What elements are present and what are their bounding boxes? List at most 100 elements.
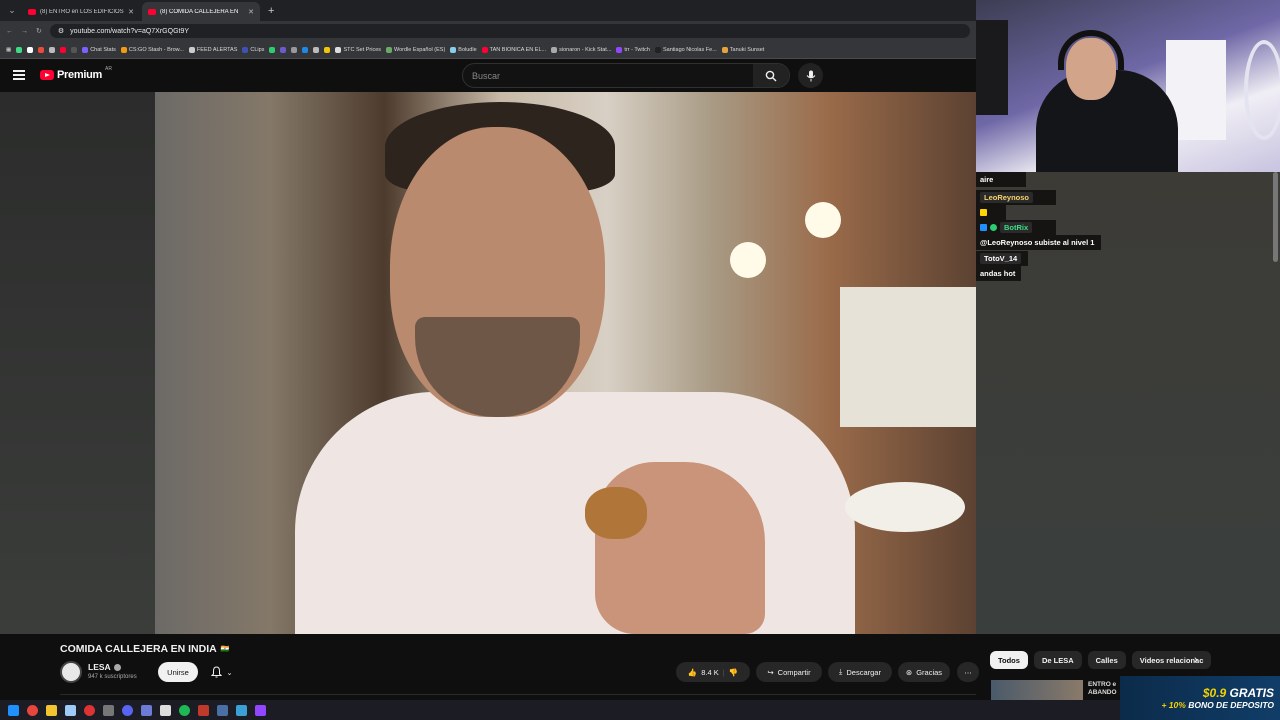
browser-tab[interactable]: (8) ENTRO en LOS EDIFICIOS A ✕ bbox=[22, 2, 140, 21]
chip-calles[interactable]: Calles bbox=[1087, 651, 1126, 669]
chat-text: aire bbox=[980, 175, 994, 184]
bookmark-chat-stats[interactable]: Chat Stats bbox=[82, 46, 116, 53]
like-count: 8.4 K bbox=[701, 667, 719, 677]
file-explorer-icon[interactable] bbox=[46, 704, 57, 716]
app-icon[interactable] bbox=[198, 704, 209, 716]
promo-line-1: $0.9 GRATIS bbox=[1202, 686, 1274, 700]
back-icon[interactable]: ← bbox=[6, 28, 13, 35]
bookmark-twitch[interactable]: trr - Twitch bbox=[616, 46, 650, 53]
bookmark-tan-bionica[interactable]: TAN BIONICA EN EL... bbox=[481, 46, 546, 53]
notifications-button[interactable]: ⌄ bbox=[203, 662, 241, 682]
app-icon[interactable] bbox=[103, 704, 114, 716]
steam-icon[interactable] bbox=[65, 704, 76, 716]
join-button[interactable]: Unirse bbox=[158, 662, 198, 682]
chat-username: TotoV_14 bbox=[980, 253, 1022, 264]
video-player[interactable] bbox=[155, 92, 976, 634]
bot-badge-icon bbox=[980, 224, 987, 231]
bookmark-icon[interactable] bbox=[60, 46, 67, 53]
youtube-favicon-icon bbox=[28, 8, 36, 15]
app-icon[interactable] bbox=[236, 704, 247, 716]
tab-title: (8) COMIDA CALLEJERA EN bbox=[160, 8, 239, 15]
bookmark-icon[interactable] bbox=[324, 46, 331, 53]
chrome-icon[interactable] bbox=[27, 704, 38, 716]
bookmark-icon[interactable] bbox=[16, 46, 23, 53]
thumbs-up-icon: 👍 bbox=[687, 667, 698, 677]
bookmark-icon[interactable] bbox=[280, 46, 287, 53]
bookmark-icon[interactable] bbox=[302, 46, 309, 53]
video-frame-detail bbox=[840, 287, 976, 427]
forward-icon[interactable]: → bbox=[21, 28, 28, 35]
url-field[interactable]: ⚙ youtube.com/watch?v=aQ7XrGQGt9Y bbox=[49, 24, 970, 38]
close-tab-icon[interactable]: ✕ bbox=[128, 8, 134, 16]
bookmark-kick-stats[interactable]: sionaron - Kick Stat... bbox=[551, 46, 611, 53]
twitch-icon[interactable] bbox=[255, 704, 266, 716]
site-info-icon[interactable]: ⚙ bbox=[58, 27, 64, 35]
bookmark-feed-alertas[interactable]: FEED ALERTAS bbox=[188, 46, 237, 53]
promo-line-2: + 10% BONO DE DEPOSITO bbox=[1161, 700, 1274, 710]
bookmark-icon[interactable] bbox=[49, 46, 56, 53]
app-icon[interactable] bbox=[217, 704, 228, 716]
country-code: AR bbox=[104, 66, 112, 72]
app-icon[interactable] bbox=[141, 704, 152, 716]
subscriber-count: 947 k suscriptores bbox=[88, 674, 137, 680]
menu-icon[interactable] bbox=[13, 70, 25, 80]
bookmark-icon[interactable] bbox=[313, 46, 320, 53]
youtube-header: Premium AR Buscar bbox=[0, 59, 976, 92]
microphone-icon bbox=[806, 70, 815, 81]
chat-message: andas hot bbox=[976, 266, 1021, 281]
chat-scrollbar[interactable] bbox=[1273, 172, 1278, 262]
notion-icon[interactable] bbox=[160, 704, 171, 716]
bookmark-icon[interactable] bbox=[291, 46, 298, 53]
like-button[interactable]: 👍 8.4 K | 👎 bbox=[676, 662, 750, 682]
related-title-line: ENTRO e bbox=[1088, 681, 1117, 688]
channel-avatar[interactable] bbox=[60, 661, 82, 683]
bookmark-santiago[interactable]: Santiago Nicolas Fe... bbox=[654, 46, 717, 53]
bookmark-tanuki-sunset[interactable]: Tanuki Sunset bbox=[721, 46, 764, 53]
share-button[interactable]: ↪ Compartir bbox=[756, 662, 822, 682]
bookmark-icon[interactable] bbox=[27, 46, 34, 53]
download-button[interactable]: ⤓ Descargar bbox=[828, 662, 892, 682]
thanks-button[interactable]: ⊛ Gracias bbox=[898, 662, 950, 682]
share-icon: ↪ bbox=[767, 667, 774, 677]
apps-icon[interactable]: ▦ bbox=[6, 47, 11, 53]
voice-search-button[interactable] bbox=[798, 63, 823, 88]
chat-message: aire bbox=[976, 172, 1026, 187]
discord-icon[interactable] bbox=[122, 704, 133, 716]
chevron-right-icon[interactable]: › bbox=[1194, 654, 1198, 666]
windows-start-icon[interactable] bbox=[8, 704, 19, 716]
bookmark-boludle[interactable]: Boludle bbox=[450, 46, 477, 53]
chip-videos-relacionados[interactable]: Videos relacionac bbox=[1131, 651, 1212, 669]
bell-icon bbox=[211, 666, 223, 678]
related-video-thumbnail[interactable] bbox=[991, 680, 1083, 700]
search-button[interactable] bbox=[753, 64, 789, 87]
new-tab-icon[interactable]: + bbox=[262, 5, 280, 17]
youtube-premium-logo[interactable]: Premium AR bbox=[40, 66, 112, 81]
bookmark-csgo-stash[interactable]: CS:GO Stash - Brow... bbox=[120, 46, 184, 53]
bookmark-wordle[interactable]: Wordle Español (ES) bbox=[386, 46, 445, 53]
thumbs-down-icon[interactable]: 👎 bbox=[729, 668, 738, 677]
bookmark-icon[interactable] bbox=[71, 46, 78, 53]
search-input[interactable]: Buscar bbox=[463, 71, 753, 81]
video-frame-detail bbox=[295, 392, 855, 634]
bookmark-icon[interactable] bbox=[38, 46, 45, 53]
bookmark-stc-prices[interactable]: STC Set Prices bbox=[335, 46, 381, 53]
bookmark-icon[interactable] bbox=[269, 46, 276, 53]
more-actions-button[interactable]: ⋯ bbox=[957, 662, 979, 682]
chat-message: @LeoReynoso subiste al nivel 1 bbox=[976, 235, 1101, 250]
video-title: COMIDA CALLEJERA EN INDIA 🇮🇳 bbox=[60, 643, 229, 655]
related-video-title[interactable]: ENTRO e ABANDO bbox=[1088, 681, 1117, 697]
search-box[interactable]: Buscar bbox=[462, 63, 790, 88]
channel-name[interactable]: LESA bbox=[88, 662, 121, 672]
bookmark-clips[interactable]: CLips bbox=[242, 46, 264, 53]
reload-icon[interactable]: ↻ bbox=[36, 27, 42, 35]
chip-de-lesa[interactable]: De LESA bbox=[1033, 651, 1082, 669]
download-label: Descargar bbox=[846, 667, 881, 677]
ambient-left bbox=[0, 92, 155, 634]
spotify-icon[interactable] bbox=[179, 704, 190, 716]
chip-todos[interactable]: Todos bbox=[990, 651, 1028, 669]
close-tab-icon[interactable]: ✕ bbox=[248, 8, 254, 16]
tab-search-icon[interactable]: ⌄ bbox=[4, 3, 20, 19]
browser-tab-active[interactable]: (8) COMIDA CALLEJERA EN ✕ bbox=[142, 2, 260, 21]
chat-username: LeoReynoso bbox=[980, 192, 1034, 203]
obs-icon[interactable] bbox=[84, 704, 95, 716]
